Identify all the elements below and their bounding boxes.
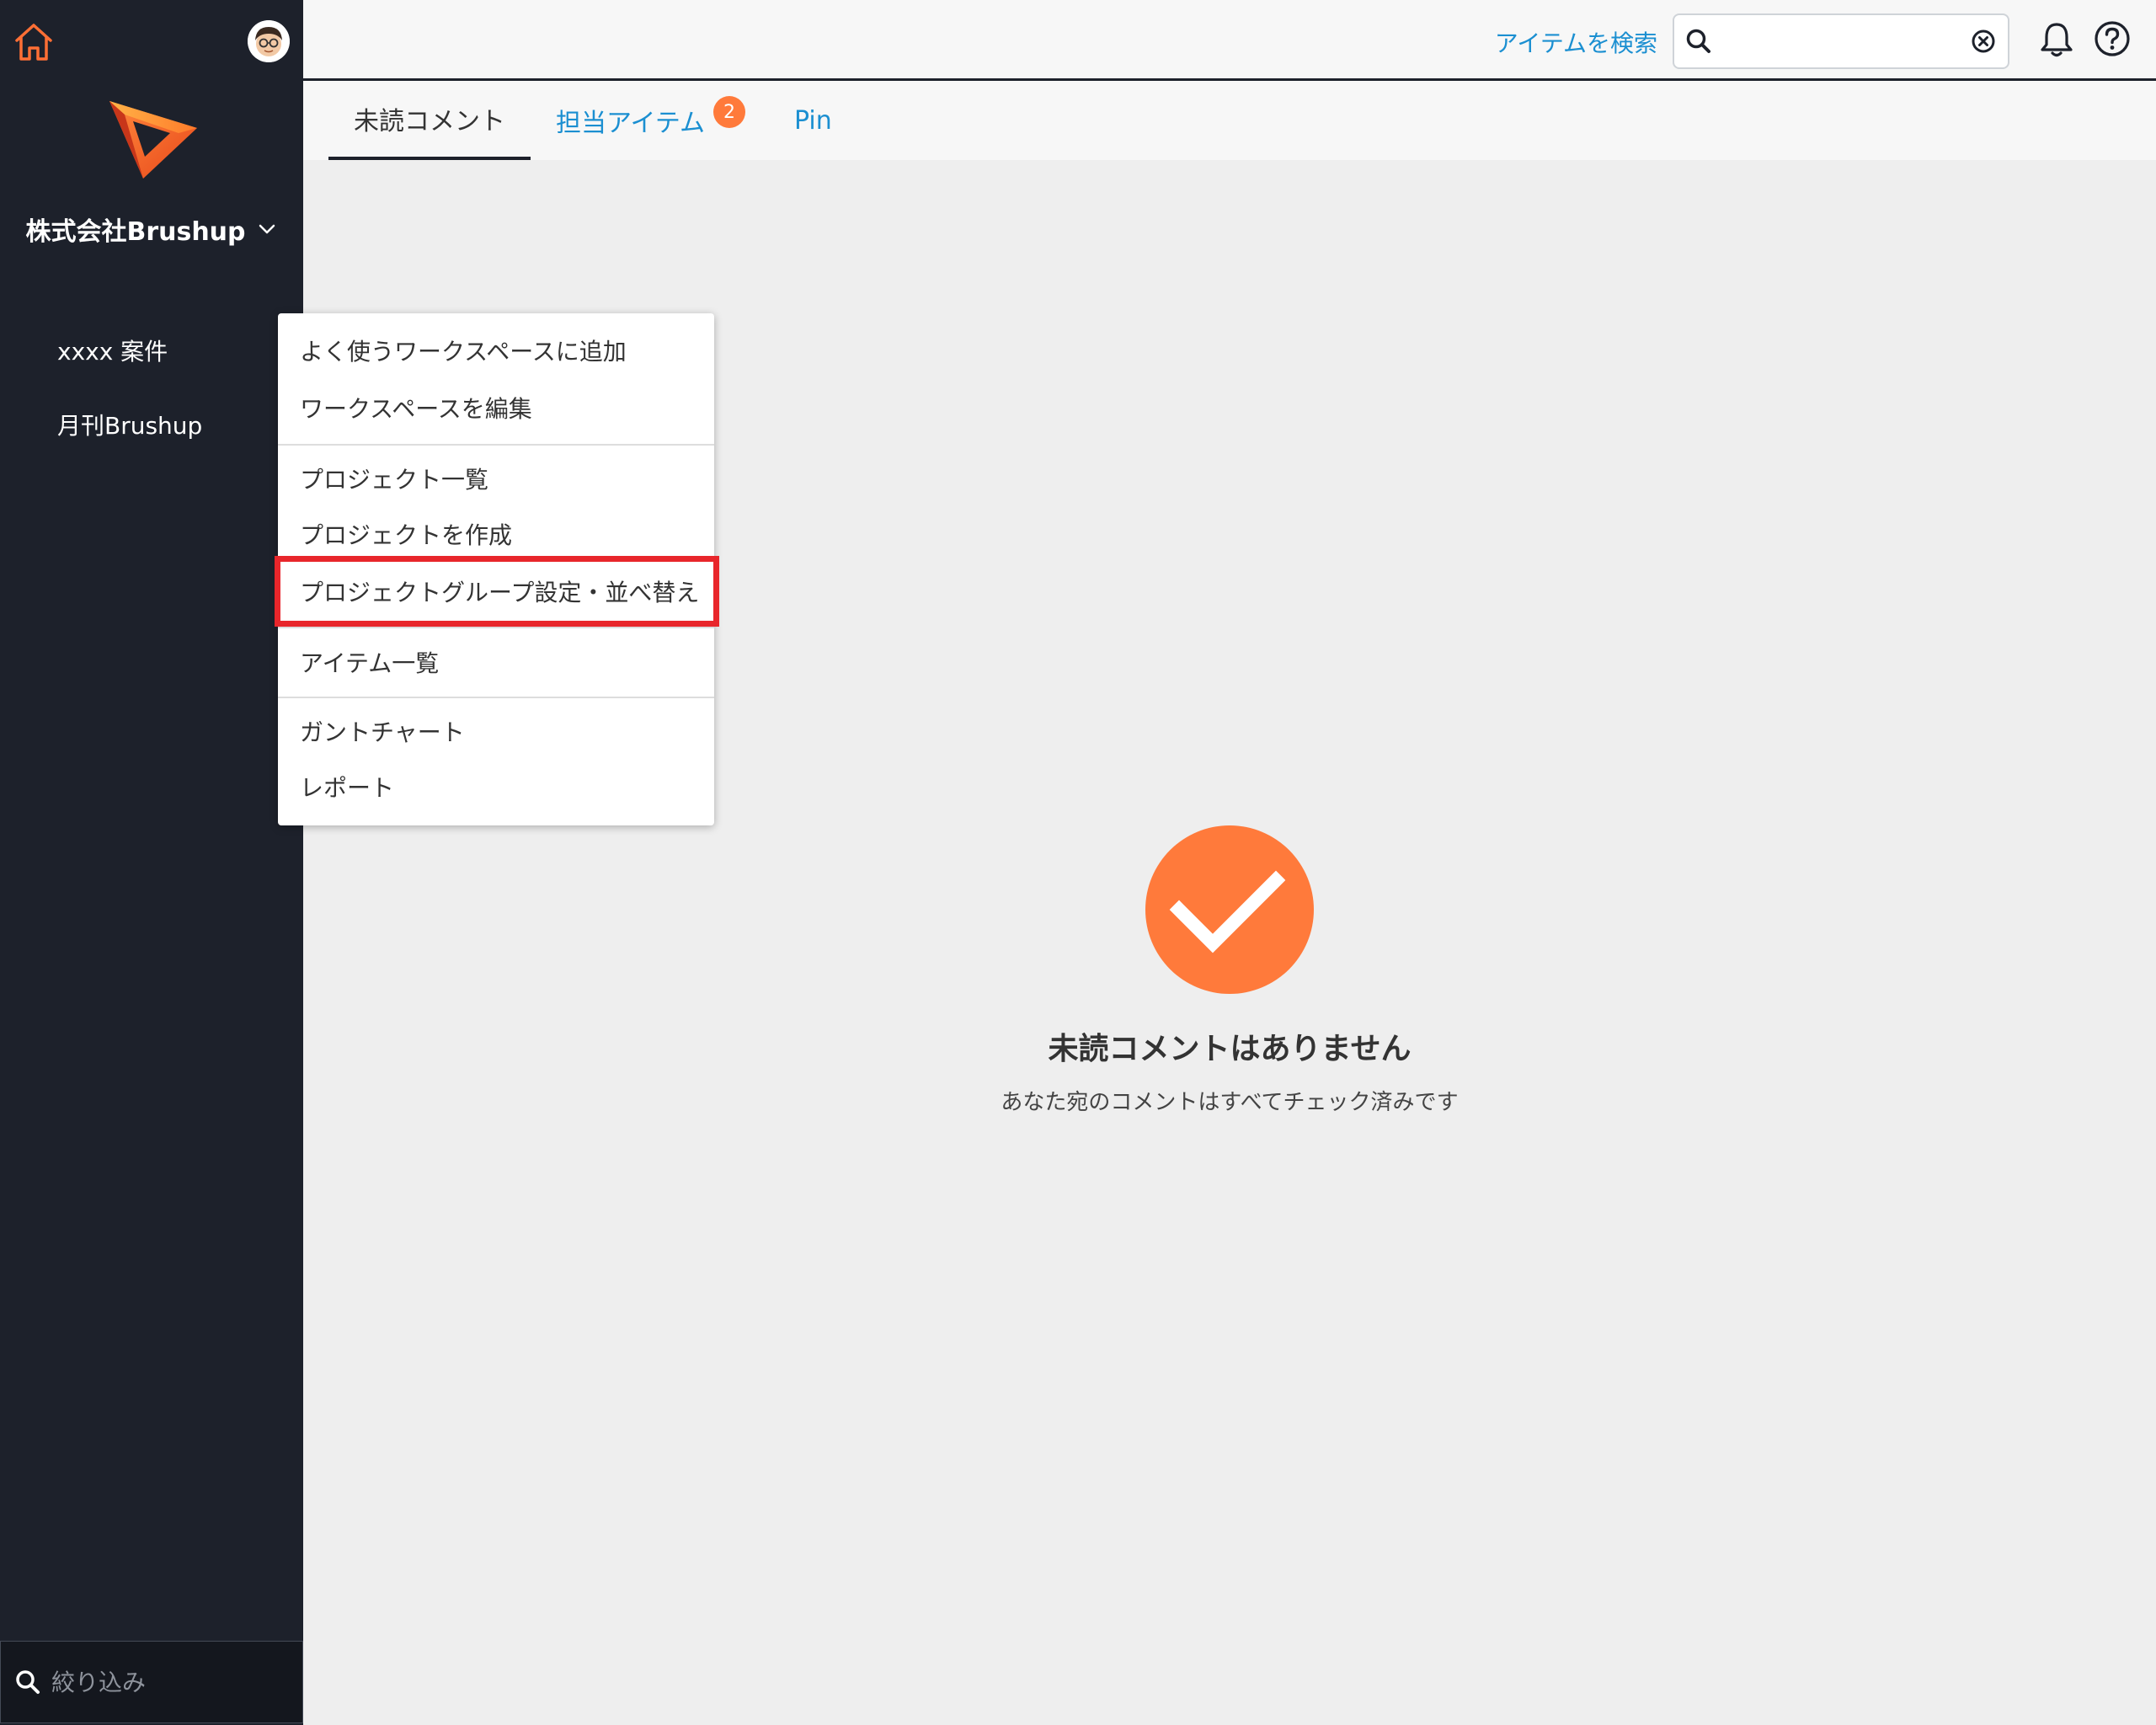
org-name: 株式会社Brushup [25,217,246,247]
menu-item-item-list[interactable]: アイテム一覧 [300,645,439,679]
empty-state-title: 未読コメントはありません [1048,1032,1412,1066]
menu-item-edit-workspace[interactable]: ワークスペースを編集 [300,391,532,425]
empty-state-subtitle: あなた宛のコメントはすべてチェック済みです [1001,1090,1459,1115]
workspace-item[interactable]: 月刊Brushup [57,408,202,441]
search-box[interactable] [1673,13,2009,69]
help-icon[interactable] [2092,19,2132,59]
tab-pin[interactable]: Pin [794,81,832,160]
chevron-down-icon [259,224,275,234]
menu-divider [278,697,714,698]
clear-icon[interactable] [1971,29,1996,54]
brand-logo [109,101,197,179]
menu-item-report[interactable]: レポート [300,770,394,804]
count-badge: 2 [713,96,745,128]
tab-bar: 未読コメント 担当アイテム 2 Pin [303,81,2156,160]
sidebar: 株式会社Brushup xxxx 案件 月刊Brushup [0,0,303,1725]
search-icon [1686,29,1710,53]
menu-divider [278,627,714,628]
menu-item-create-project[interactable]: プロジェクトを作成 [300,517,512,551]
menu-item-project-group-settings[interactable]: プロジェクトグループ設定・並べ替え [300,574,699,608]
tab-label: Pin [794,105,832,136]
avatar-image [248,20,290,62]
search-icon [16,1670,40,1694]
search-items-link[interactable]: アイテムを検索 [1495,25,1657,59]
org-switcher[interactable]: 株式会社Brushup [0,209,303,249]
check-circle-icon [1145,825,1314,994]
bell-icon[interactable] [2038,20,2075,59]
filter-input[interactable] [50,1667,289,1697]
avatar[interactable] [248,20,290,62]
search-input[interactable] [1721,28,1971,55]
menu-item-add-favorite[interactable]: よく使うワークスペースに追加 [300,334,627,367]
tab-label: 未読コメント [354,107,505,136]
home-icon[interactable] [12,20,56,64]
tab-unread-comments[interactable]: 未読コメント [328,81,531,160]
menu-item-gantt-chart[interactable]: ガントチャート [300,714,465,748]
workspace-context-menu: よく使うワークスペースに追加 ワークスペースを編集 プロジェクト一覧 プロジェク… [278,313,714,825]
topbar: アイテムを検索 [303,0,2156,81]
sidebar-filter [0,1641,303,1723]
tab-label: 担当アイテム [556,109,705,138]
menu-item-project-list[interactable]: プロジェクト一覧 [300,462,488,495]
tab-assigned-items[interactable]: 担当アイテム 2 [556,81,745,160]
workspace-item[interactable]: xxxx 案件 [57,334,168,367]
menu-divider [278,444,714,446]
